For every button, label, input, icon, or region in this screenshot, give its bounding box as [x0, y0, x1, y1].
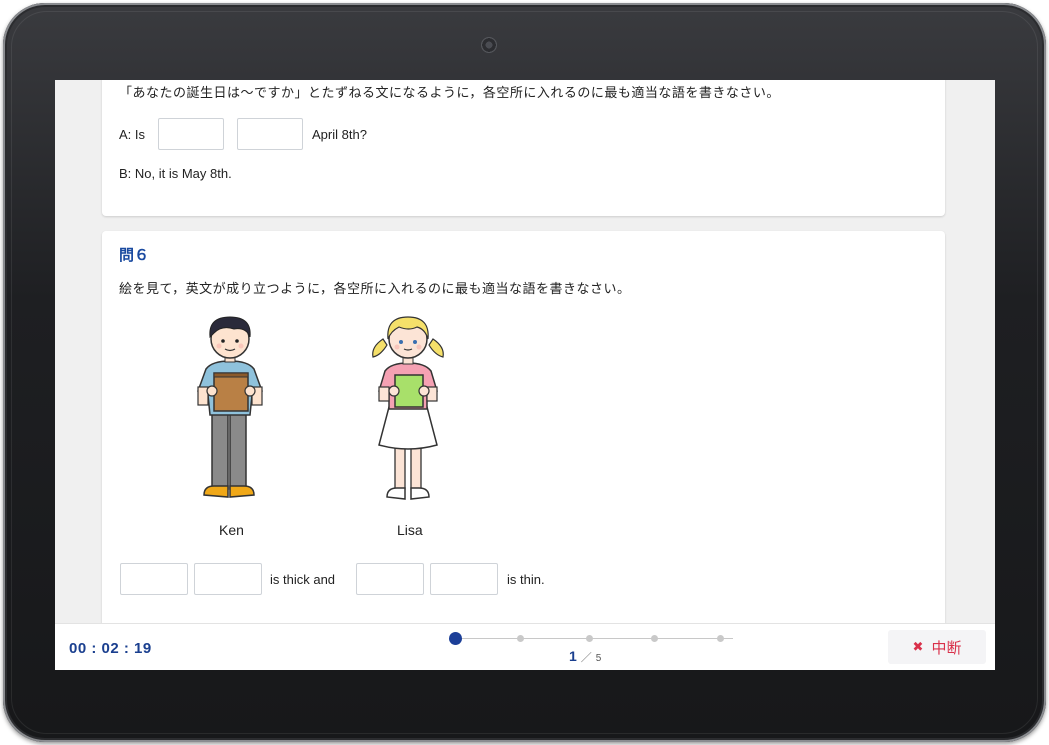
ken-illustration — [197, 316, 263, 498]
question-6-title: 問６ — [119, 246, 150, 264]
page-indicator: 1 ／ 5 — [569, 648, 601, 666]
lisa-illustration — [372, 316, 444, 500]
answer-input-6-1[interactable] — [120, 563, 188, 595]
screen: 「あなたの誕生日は～ですか」とたずねる文になるように，各空所に入れるのに最も適当… — [55, 80, 995, 670]
elapsed-timer: 00 : 02 : 19 — [69, 640, 152, 657]
question-5-line-b: B: No, it is May 8th. — [119, 166, 232, 181]
step-dot-4[interactable] — [651, 635, 658, 642]
close-icon: ✖ — [912, 639, 924, 655]
step-dot-5[interactable] — [717, 635, 724, 642]
step-dot-1[interactable] — [449, 632, 462, 645]
question-card-6: 問６ 絵を見て，英文が成り立つように，各空所に入れるのに最も適当な語を書きなさい… — [102, 231, 945, 623]
current-page: 1 — [569, 648, 577, 664]
question-scroll-area[interactable]: 「あなたの誕生日は～ですか」とたずねる文になるように，各空所に入れるのに最も適当… — [55, 80, 995, 623]
progress-stepper — [449, 632, 741, 646]
quit-label: 中断 — [931, 638, 962, 657]
total-pages: 5 — [595, 653, 602, 664]
question-5-line-a-prefix: A: Is — [119, 127, 146, 142]
step-dot-2[interactable] — [517, 635, 524, 642]
question-5-instruction: 「あなたの誕生日は～ですか」とたずねる文になるように，各空所に入れるのに最も適当… — [119, 86, 780, 101]
progress-track — [457, 638, 733, 639]
question-5-line-a-suffix: April 8th? — [312, 127, 367, 142]
question-6-end-text: is thin. — [507, 572, 545, 587]
person-name-lisa: Lisa — [397, 522, 423, 538]
tablet-frame: 「あなたの誕生日は～ですか」とたずねる文になるように，各空所に入れるのに最も適当… — [3, 3, 1046, 742]
question-6-mid-text: is thick and — [270, 572, 336, 587]
question-card-5: 「あなたの誕生日は～ですか」とたずねる文になるように，各空所に入れるのに最も適当… — [102, 80, 945, 216]
person-name-ken: Ken — [219, 522, 244, 538]
answer-input-5-2[interactable] — [237, 118, 303, 150]
answer-input-5-1[interactable] — [158, 118, 224, 150]
answer-input-6-2[interactable] — [194, 563, 262, 595]
answer-input-6-4[interactable] — [430, 563, 498, 595]
question-6-instruction: 絵を見て，英文が成り立つように，各空所に入れるのに最も適当な語を書きなさい。 — [119, 282, 631, 297]
page-separator: ／ — [580, 652, 592, 664]
quit-button[interactable]: ✖ 中断 — [888, 630, 986, 664]
step-dot-3[interactable] — [586, 635, 593, 642]
camera-icon — [481, 37, 497, 53]
footer-bar: 00 : 02 : 19 1 ／ 5 ✖ 中断 — [55, 623, 995, 670]
answer-input-6-3[interactable] — [356, 563, 424, 595]
